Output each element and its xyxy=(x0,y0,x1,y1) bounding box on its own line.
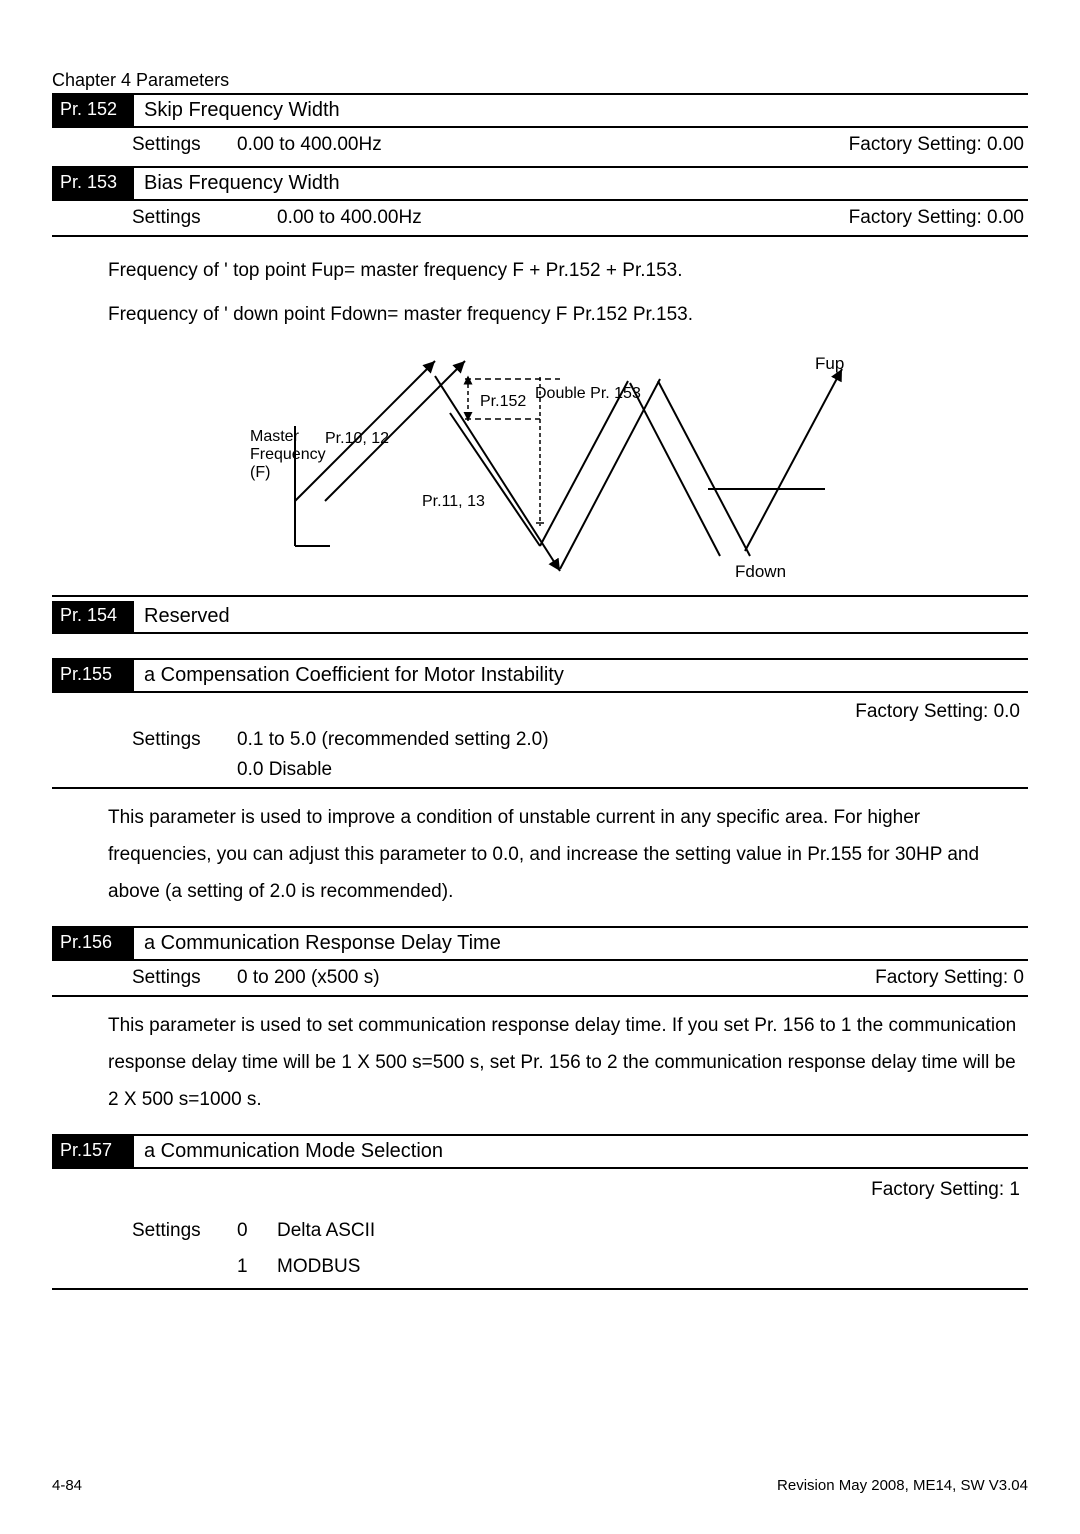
diagram-double153: Double Pr. 153 xyxy=(535,385,641,402)
settings-label: Settings xyxy=(132,1213,237,1248)
param-152-row: Pr. 152 Skip Frequency Width xyxy=(52,95,1028,128)
pr155-desc-text: This parameter is used to improve a cond… xyxy=(108,799,1028,910)
settings-label: Settings xyxy=(132,729,237,751)
settings-label: Settings xyxy=(132,967,237,989)
diagram-svg: Master Frequency (F) Pr.10, 12 Pr.152 Do… xyxy=(190,341,890,591)
pr-label-154: Pr. 154 xyxy=(52,601,134,632)
param-154-row: Pr. 154 Reserved xyxy=(52,601,1028,634)
pr-title-157: a Communication Mode Selection xyxy=(134,1136,1028,1167)
factory-setting: Factory Setting: 1 xyxy=(871,1179,1024,1201)
pr-title-155: a Compensation Coefficient for Motor Ins… xyxy=(134,660,1028,691)
pr157-factory-row: Factory Setting: 1 xyxy=(52,1169,1028,1213)
pr-label-153: Pr. 153 xyxy=(52,168,134,199)
diagram-master-l3: (F) xyxy=(250,464,270,481)
option-row-1: 1 MODBUS xyxy=(132,1249,1028,1284)
settings-value-2: 0.0 Disable xyxy=(237,759,1028,781)
pr-label-152: Pr. 152 xyxy=(52,95,134,126)
pr155-description: This parameter is used to improve a cond… xyxy=(52,789,1028,910)
pr-label-157: Pr.157 xyxy=(52,1136,134,1167)
pr156-description: This parameter is used to set communicat… xyxy=(52,997,1028,1118)
frequency-explanation: Frequency of ' top point Fup= master fre… xyxy=(52,237,1028,333)
pr157-options: Settings 0 Delta ASCII 1 MODBUS xyxy=(52,1213,1028,1283)
option-num: 0 xyxy=(237,1213,277,1248)
pr152-settings: Settings 0.00 to 400.00Hz Factory Settin… xyxy=(52,128,1028,162)
settings-value: 0 to 200 (x500 s) xyxy=(237,967,875,989)
diagram-master-l1: Master xyxy=(250,428,300,445)
settings-label: Settings xyxy=(132,207,237,229)
settings-label: Settings xyxy=(132,134,237,156)
fup-formula: Frequency of ' top point Fup= master fre… xyxy=(108,253,1028,289)
pr-title-156: a Communication Response Delay Time xyxy=(134,928,1028,959)
page: Chapter 4 Parameters Pr. 152 Skip Freque… xyxy=(0,0,1080,1534)
pr-label-156: Pr.156 xyxy=(52,928,134,959)
settings-value: 0.00 to 400.00Hz xyxy=(237,134,849,156)
pr155-factory-row: Factory Setting: 0.0 xyxy=(52,693,1028,729)
pr155-settings: Settings 0.1 to 5.0 (recommended setting… xyxy=(52,729,1028,757)
option-label: MODBUS xyxy=(277,1249,360,1284)
diagram-pr152: Pr.152 xyxy=(480,393,526,410)
pr-title-154: Reserved xyxy=(134,601,1028,632)
fdown-formula: Frequency of ' down point Fdown= master … xyxy=(108,297,1028,333)
settings-value: 0.00 to 400.00Hz xyxy=(237,207,849,229)
factory-setting: Factory Setting: 0 xyxy=(875,967,1028,989)
diagram-pr1113: Pr.11, 13 xyxy=(422,493,485,510)
frequency-diagram: Master Frequency (F) Pr.10, 12 Pr.152 Do… xyxy=(52,341,1028,591)
factory-setting: Factory Setting: 0.00 xyxy=(849,134,1028,156)
divider xyxy=(52,595,1028,597)
param-155-row: Pr.155 a Compensation Coefficient for Mo… xyxy=(52,660,1028,693)
footer: 4-84 Revision May 2008, ME14, SW V3.04 xyxy=(52,1477,1028,1494)
pr155-settings-2: 0.0 Disable xyxy=(52,757,1028,789)
param-153-row: Pr. 153 Bias Frequency Width xyxy=(52,168,1028,201)
chapter-header: Chapter 4 Parameters xyxy=(52,70,1028,91)
factory-setting: Factory Setting: 0.0 xyxy=(855,701,1024,723)
diagram-master-l2: Frequency xyxy=(250,446,326,463)
option-num: 1 xyxy=(237,1249,277,1284)
option-row-0: Settings 0 Delta ASCII xyxy=(132,1213,1028,1248)
settings-value: 0.1 to 5.0 (recommended setting 2.0) xyxy=(237,729,1028,751)
pr-title-152: Skip Frequency Width xyxy=(134,95,1028,126)
param-156-row: Pr.156 a Communication Response Delay Ti… xyxy=(52,928,1028,961)
option-label: Delta ASCII xyxy=(277,1213,375,1248)
factory-setting: Factory Setting: 0.00 xyxy=(849,207,1028,229)
diagram-pr1012: Pr.10, 12 xyxy=(325,430,389,447)
page-number: 4-84 xyxy=(52,1477,82,1494)
diagram-fup: Fup xyxy=(815,354,844,373)
pr-label-155: Pr.155 xyxy=(52,660,134,691)
divider xyxy=(52,1288,1028,1290)
pr156-desc-text: This parameter is used to set communicat… xyxy=(108,1007,1028,1118)
pr156-settings: Settings 0 to 200 (x500 s) Factory Setti… xyxy=(52,961,1028,997)
diagram-fdown: Fdown xyxy=(735,562,786,581)
settings-label-empty xyxy=(132,759,237,781)
pr153-settings: Settings 0.00 to 400.00Hz Factory Settin… xyxy=(52,201,1028,237)
param-157-row: Pr.157 a Communication Mode Selection xyxy=(52,1136,1028,1169)
revision-info: Revision May 2008, ME14, SW V3.04 xyxy=(777,1477,1028,1494)
pr-title-153: Bias Frequency Width xyxy=(134,168,1028,199)
